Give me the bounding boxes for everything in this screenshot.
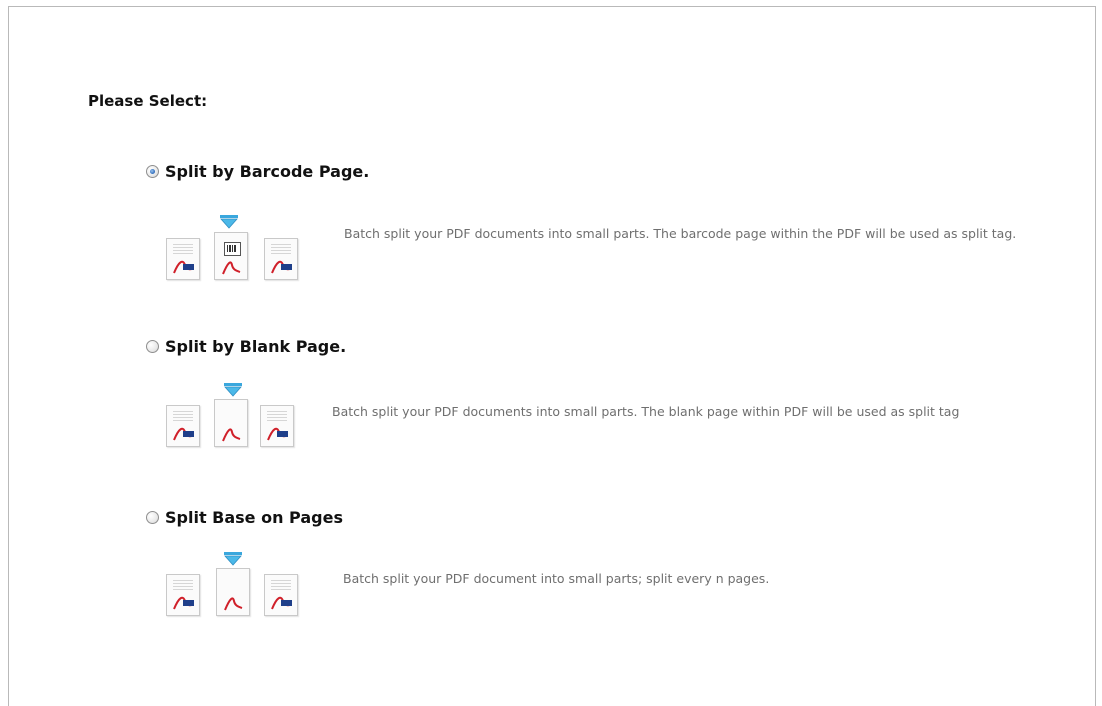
option-description: Batch split your PDF documents into smal… xyxy=(332,404,960,419)
option-label: Split by Barcode Page. xyxy=(165,162,370,181)
split-arrow-icon xyxy=(224,552,242,566)
option-split-by-pages[interactable]: Split Base on Pages xyxy=(146,508,343,527)
split-arrow-icon xyxy=(224,383,242,397)
barcode-page-icon xyxy=(214,232,248,280)
pdf-document-icon xyxy=(260,405,294,447)
option-description: Batch split your PDF document into small… xyxy=(343,571,770,586)
barcode-split-icon xyxy=(166,215,306,285)
pdf-document-icon xyxy=(166,238,200,280)
pdf-document-icon xyxy=(264,574,298,616)
option-split-by-barcode[interactable]: Split by Barcode Page. xyxy=(146,162,369,181)
pdf-document-icon xyxy=(166,574,200,616)
pdf-document-icon xyxy=(264,238,298,280)
split-arrow-icon xyxy=(220,215,238,229)
radio-split-by-pages[interactable] xyxy=(146,511,159,524)
option-description: Batch split your PDF documents into smal… xyxy=(344,226,1017,241)
option-split-by-blank[interactable]: Split by Blank Page. xyxy=(146,337,346,356)
blank-page-split-icon xyxy=(166,383,306,453)
option-label: Split Base on Pages xyxy=(165,508,343,527)
pdf-document-icon xyxy=(166,405,200,447)
page-title: Please Select: xyxy=(88,92,208,110)
page-count-split-icon xyxy=(166,552,306,622)
blank-page-icon xyxy=(214,399,248,447)
radio-split-by-barcode[interactable] xyxy=(146,165,159,178)
blank-page-icon xyxy=(216,568,250,616)
radio-split-by-blank[interactable] xyxy=(146,340,159,353)
option-label: Split by Blank Page. xyxy=(165,337,347,356)
